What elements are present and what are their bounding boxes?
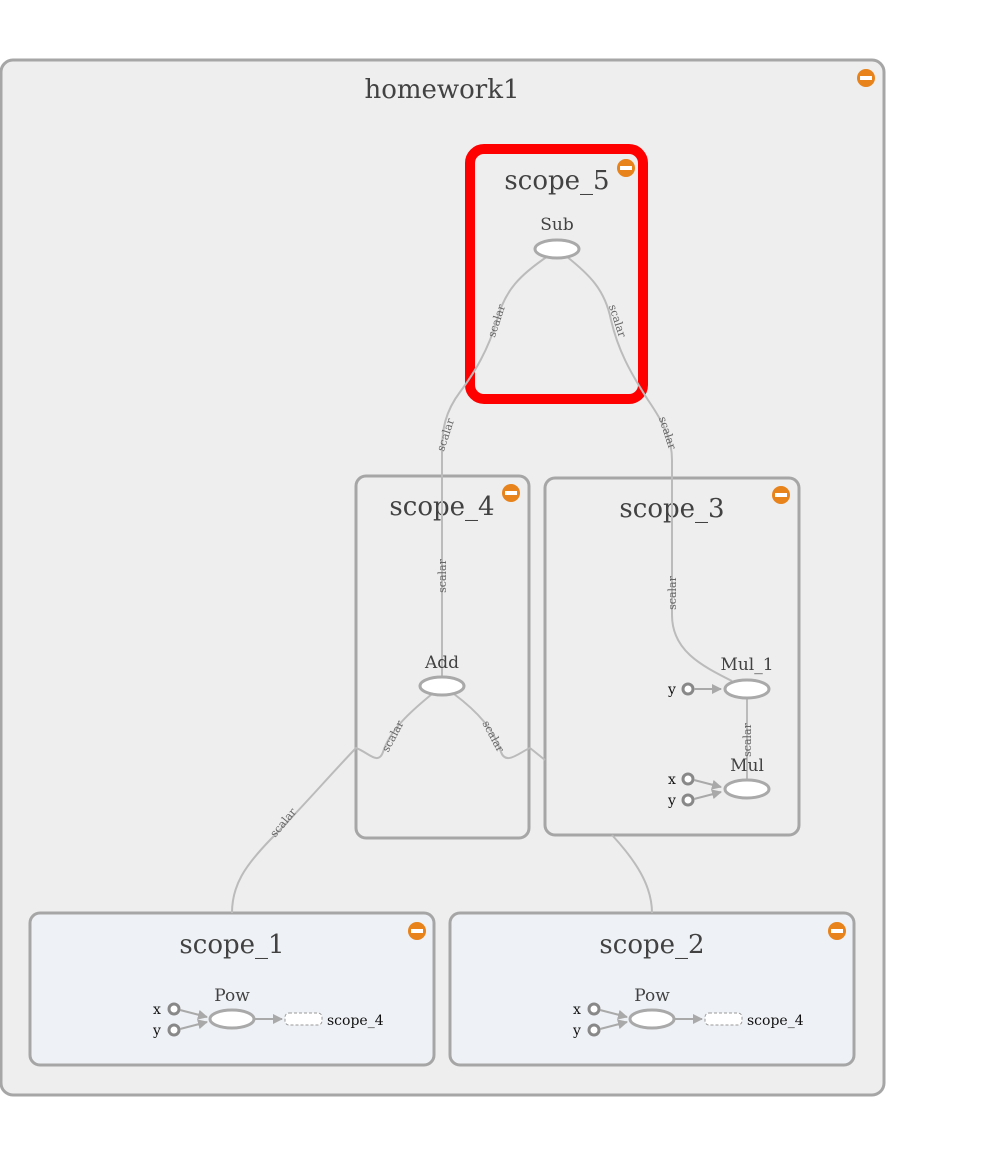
- op-mul-1-label: Mul_1: [720, 655, 773, 675]
- collapse-icon[interactable]: [408, 922, 426, 940]
- port-label: y: [667, 793, 676, 809]
- op-pow-label: Pow: [634, 986, 670, 1006]
- output-ref-label: scope_4: [327, 1013, 384, 1029]
- edge-label: scalar: [666, 575, 679, 609]
- op-add-label: Add: [424, 653, 459, 673]
- scope-2-title: scope_2: [599, 930, 704, 960]
- scope-1-title: scope_1: [179, 930, 284, 960]
- graph-title: homework1: [364, 75, 519, 105]
- port-label: x: [668, 772, 676, 788]
- edge-label: scalar: [741, 722, 754, 756]
- output-ref-label: scope_4: [747, 1013, 804, 1029]
- port-label: x: [153, 1002, 161, 1018]
- collapse-icon[interactable]: [502, 484, 520, 502]
- collapse-icon[interactable]: [857, 69, 875, 87]
- collapse-icon[interactable]: [617, 159, 635, 177]
- op-mul-label: Mul: [730, 756, 764, 776]
- collapse-icon[interactable]: [828, 922, 846, 940]
- port-label: y: [152, 1023, 161, 1039]
- port-label: y: [667, 682, 676, 698]
- scope-5-title: scope_5: [504, 166, 609, 196]
- op-pow-label: Pow: [214, 986, 250, 1006]
- collapse-icon[interactable]: [772, 486, 790, 504]
- graph-canvas: homework1 scope_4 scope_3 scope_1 scope_…: [0, 58, 886, 1097]
- port-label: x: [573, 1002, 581, 1018]
- op-sub-label: Sub: [540, 215, 574, 235]
- port-label: y: [572, 1023, 581, 1039]
- scope-5[interactable]: scope_5: [465, 144, 648, 404]
- edge-label: scalar: [436, 558, 449, 592]
